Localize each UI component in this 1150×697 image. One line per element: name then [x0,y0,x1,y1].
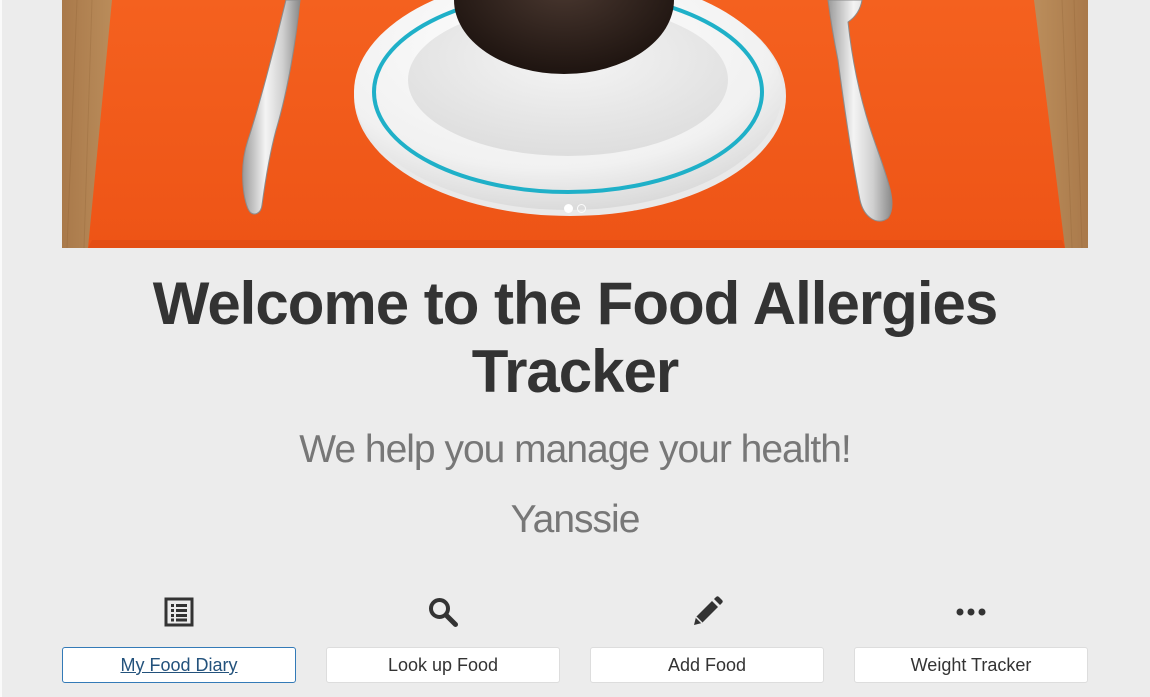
page-left-edge [0,0,2,697]
pencil-icon [691,590,723,634]
more-dots-icon [956,590,986,634]
nav-item-food-diary: My Food Diary [62,590,296,683]
nav-item-add-food: Add Food [590,590,824,683]
user-name: Yanssie [510,498,641,541]
add-food-button[interactable]: Add Food [590,647,824,683]
weight-tracker-button[interactable]: Weight Tracker [854,647,1088,683]
hero-carousel[interactable] [62,0,1088,248]
look-up-food-button[interactable]: Look up Food [326,647,560,683]
carousel-indicators [62,204,1088,213]
nav-item-weight-tracker: Weight Tracker [854,590,1088,683]
list-icon [164,590,194,634]
nav-item-look-up-food: Look up Food [326,590,560,683]
search-icon [427,590,459,634]
page-title: Welcome to the Food Allergies Tracker [152,270,998,405]
my-food-diary-button[interactable]: My Food Diary [62,647,296,683]
page-subtitle: We help you manage your health! [299,428,852,471]
main-nav: My Food Diary Look up Food Add Food Weig… [62,590,1088,683]
carousel-dot-2[interactable] [577,204,586,213]
carousel-dot-1[interactable] [564,204,573,213]
